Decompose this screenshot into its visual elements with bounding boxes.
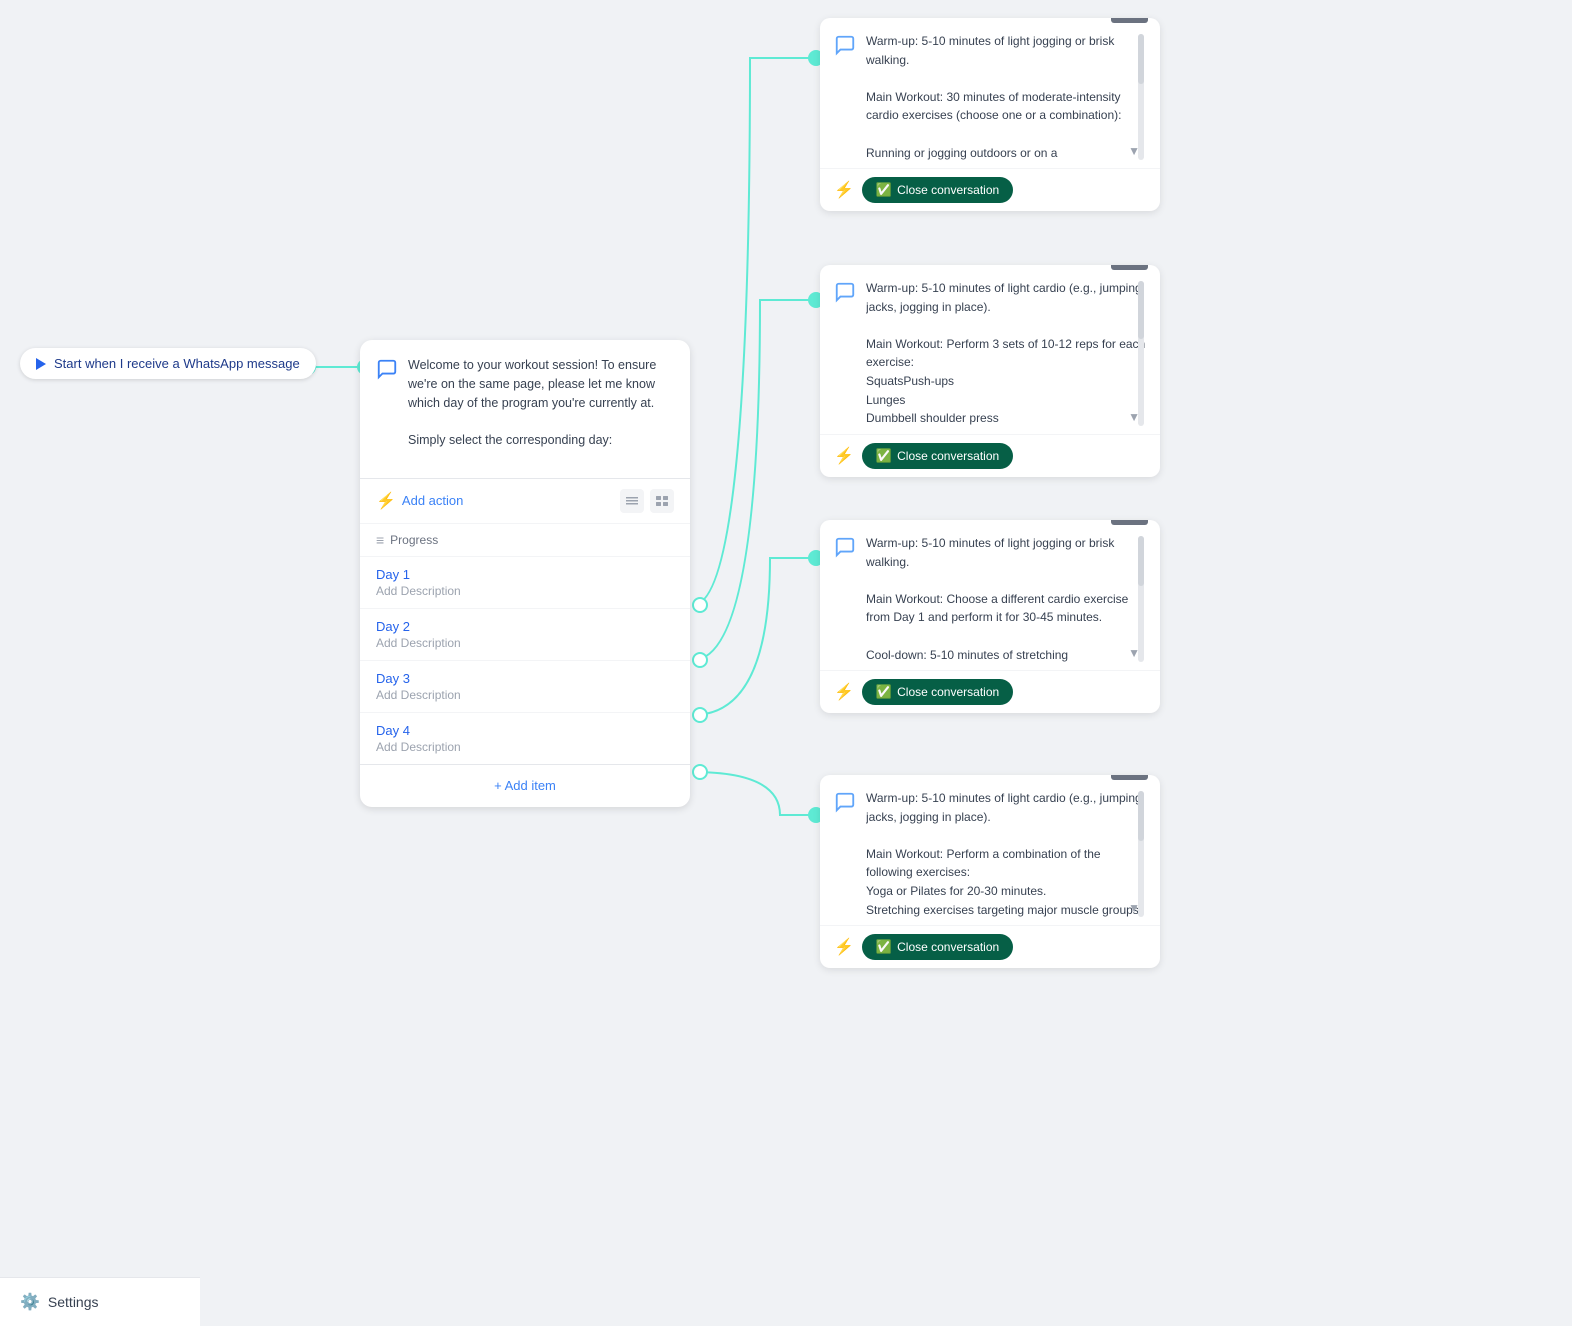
settings-footer[interactable]: ⚙️ Settings: [0, 1277, 200, 1326]
response-card-footer-1: ⚡ ✅ Close conversation: [820, 168, 1160, 211]
response-chat-icon-2: [834, 281, 856, 303]
start-node-label: Start when I receive a WhatsApp message: [54, 356, 300, 371]
response-card-footer-2: ⚡ ✅ Close conversation: [820, 434, 1160, 477]
bolt-icon: ⚡: [376, 491, 396, 511]
message-card: Welcome to your workout session! To ensu…: [360, 340, 690, 807]
response-text-1: Warm-up: 5-10 minutes of light jogging o…: [866, 32, 1146, 162]
response-text-2: Warm-up: 5-10 minutes of light cardio (e…: [866, 279, 1146, 428]
close-conversation-button-2[interactable]: ✅ Close conversation: [862, 443, 1013, 469]
scroll-arrow-1: ▼: [1128, 144, 1140, 158]
response-chat-icon-4: [834, 791, 856, 813]
day-1-title: Day 1: [376, 567, 674, 582]
progress-lines-icon: ≡: [376, 532, 384, 548]
end-badge-2: END: [1111, 265, 1148, 270]
response-text-3: Warm-up: 5-10 minutes of light jogging o…: [866, 534, 1146, 664]
bolt-icon-4: ⚡: [834, 937, 854, 957]
bolt-icon-1: ⚡: [834, 180, 854, 200]
scrollbar-1[interactable]: [1138, 34, 1144, 160]
response-chat-icon-3: [834, 536, 856, 558]
response-card-1: END Warm-up: 5-10 minutes of light joggi…: [820, 18, 1160, 211]
add-action-button[interactable]: ⚡ Add action: [376, 491, 463, 511]
day-2-desc: Add Description: [376, 636, 674, 650]
response-card-3: END Warm-up: 5-10 minutes of light joggi…: [820, 520, 1160, 713]
scroll-arrow-3: ▼: [1128, 646, 1140, 660]
progress-row: ≡ Progress: [360, 523, 690, 557]
close-conversation-button-4[interactable]: ✅ Close conversation: [862, 934, 1013, 960]
day-item-4[interactable]: Day 4 Add Description: [360, 713, 690, 764]
day-2-title: Day 2: [376, 619, 674, 634]
close-conversation-button-1[interactable]: ✅ Close conversation: [862, 177, 1013, 203]
day-item-1[interactable]: Day 1 Add Description: [360, 557, 690, 609]
check-icon-2: ✅: [876, 448, 892, 464]
day-3-title: Day 3: [376, 671, 674, 686]
check-icon-1: ✅: [876, 182, 892, 198]
day-1-desc: Add Description: [376, 584, 674, 598]
list-view-button[interactable]: [620, 489, 644, 513]
view-toggle: [620, 489, 674, 513]
response-card-4: END Warm-up: 5-10 minutes of light cardi…: [820, 775, 1160, 968]
day-items-list: Day 1 Add Description Day 2 Add Descript…: [360, 557, 690, 764]
end-badge-4: END: [1111, 775, 1148, 780]
scroll-arrow-4: ▼: [1128, 901, 1140, 915]
check-icon-3: ✅: [876, 684, 892, 700]
start-node: Start when I receive a WhatsApp message: [20, 348, 316, 379]
response-text-4: Warm-up: 5-10 minutes of light cardio (e…: [866, 789, 1146, 919]
chat-bubble-icon: [376, 358, 398, 380]
end-badge-1: END: [1111, 18, 1148, 23]
bolt-icon-2: ⚡: [834, 446, 854, 466]
grid-view-button[interactable]: [650, 489, 674, 513]
settings-label: Settings: [48, 1294, 99, 1310]
scroll-arrow-2: ▼: [1128, 410, 1140, 424]
response-card-footer-4: ⚡ ✅ Close conversation: [820, 925, 1160, 968]
day-4-desc: Add Description: [376, 740, 674, 754]
bolt-icon-3: ⚡: [834, 682, 854, 702]
scrollbar-4[interactable]: [1138, 791, 1144, 917]
response-chat-icon-1: [834, 34, 856, 56]
scrollbar-2[interactable]: [1138, 281, 1144, 426]
day-item-3[interactable]: Day 3 Add Description: [360, 661, 690, 713]
day-3-desc: Add Description: [376, 688, 674, 702]
day-item-2[interactable]: Day 2 Add Description: [360, 609, 690, 661]
check-icon-4: ✅: [876, 939, 892, 955]
settings-gear-icon: ⚙️: [20, 1292, 40, 1312]
day-4-title: Day 4: [376, 723, 674, 738]
add-item-row: + Add item: [360, 764, 690, 807]
message-text: Welcome to your workout session! To ensu…: [408, 356, 674, 450]
response-card-2: END Warm-up: 5-10 minutes of light cardi…: [820, 265, 1160, 477]
add-item-button[interactable]: + Add item: [494, 778, 556, 793]
message-actions: ⚡ Add action: [360, 478, 690, 523]
response-card-footer-3: ⚡ ✅ Close conversation: [820, 670, 1160, 713]
end-badge-3: END: [1111, 520, 1148, 525]
close-conversation-button-3[interactable]: ✅ Close conversation: [862, 679, 1013, 705]
scrollbar-3[interactable]: [1138, 536, 1144, 662]
play-icon: [36, 358, 46, 370]
